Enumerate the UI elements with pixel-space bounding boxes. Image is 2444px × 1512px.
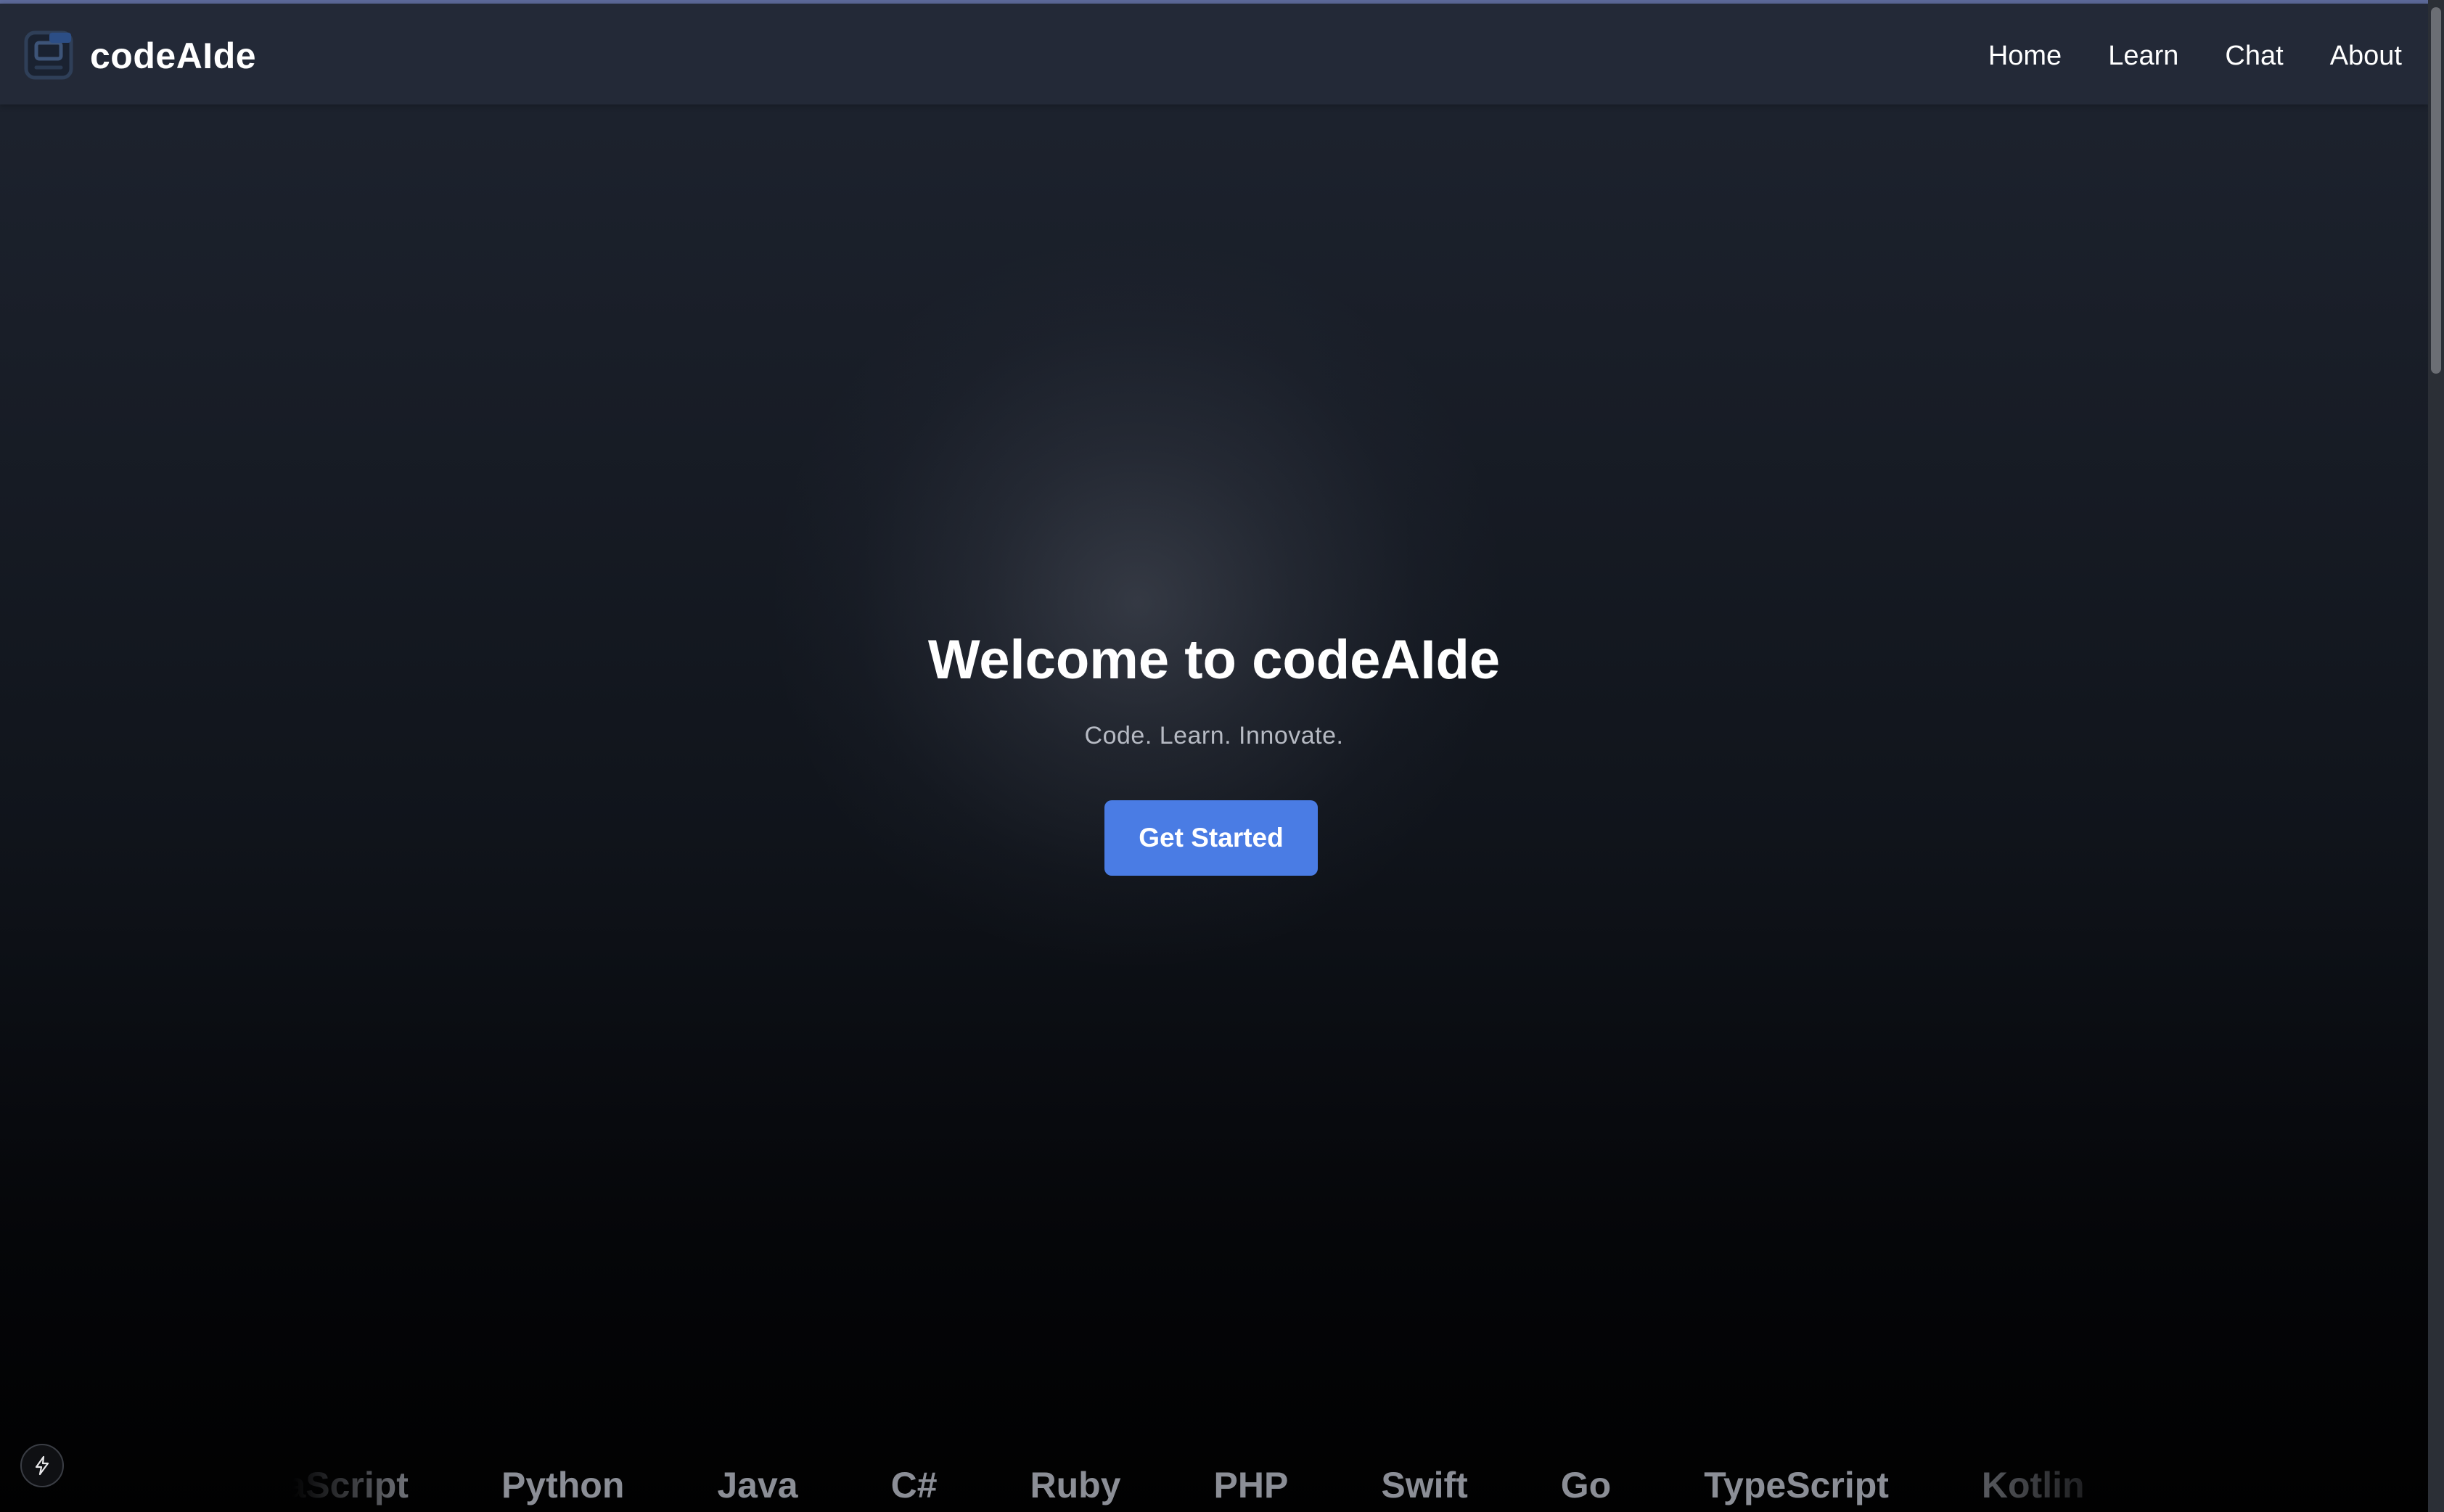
nav-about-link[interactable]: About — [2330, 36, 2402, 76]
language-item: JavaScript — [225, 1465, 409, 1505]
language-item: Java — [717, 1465, 798, 1505]
language-item: Kotlin — [1981, 1465, 2085, 1505]
language-item: PHP — [1213, 1465, 1289, 1505]
hero-title: Welcome to codeAIde — [927, 629, 1501, 691]
language-item: Python — [501, 1465, 625, 1505]
brand-name[interactable]: codeAIde — [90, 33, 256, 79]
page: codeAIde Home Learn Chat About Welcome t… — [0, 0, 2444, 1512]
language-item: TypeScript — [1704, 1465, 1889, 1505]
language-item: Go — [1560, 1465, 1612, 1505]
nav-home-link[interactable]: Home — [1988, 36, 2062, 76]
main-nav: Home Learn Chat About — [1988, 36, 2402, 76]
code-window-icon[interactable] — [23, 30, 74, 81]
lightning-bolt-icon — [35, 1455, 49, 1476]
devtools-bolt-button[interactable] — [20, 1444, 64, 1487]
hero-section: Welcome to codeAIde Code. Learn. Innovat… — [0, 624, 2428, 752]
navbar: codeAIde Home Learn Chat About — [0, 4, 2428, 104]
scrollbar-thumb[interactable] — [2431, 7, 2441, 374]
language-item: Ruby — [1030, 1465, 1121, 1505]
nav-learn-link[interactable]: Learn — [2108, 36, 2178, 76]
language-marquee: JavaScript Python Java C# Ruby PHP Swift… — [0, 1458, 2428, 1512]
language-marquee-track: JavaScript Python Java C# Ruby PHP Swift… — [225, 1458, 2085, 1512]
language-item: Swift — [1381, 1465, 1468, 1505]
nav-chat-link[interactable]: Chat — [2225, 36, 2283, 76]
get-started-button[interactable]: Get Started — [1104, 800, 1318, 876]
hero-subtitle: Code. Learn. Innovate. — [1084, 722, 1344, 749]
language-item: C# — [890, 1465, 938, 1505]
